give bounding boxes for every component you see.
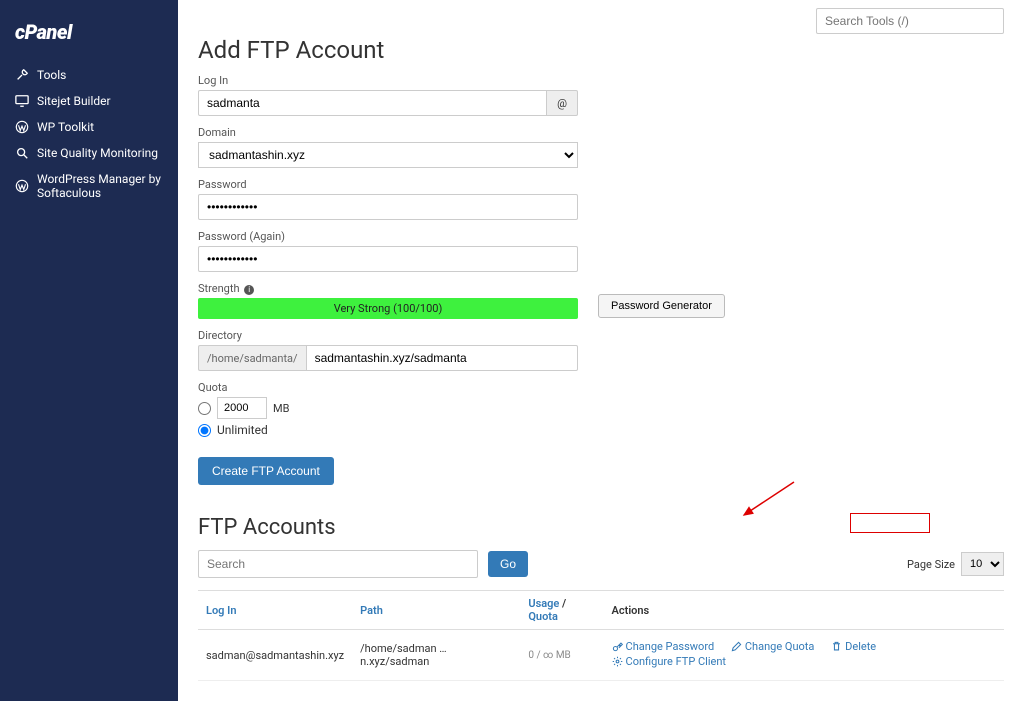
sidebar-item-sitequality[interactable]: Site Quality Monitoring	[0, 140, 178, 166]
sidebar-item-label: Sitejet Builder	[37, 94, 111, 108]
info-icon: i	[244, 285, 254, 295]
domain-select[interactable]: sadmantashin.xyz	[198, 142, 578, 168]
logo: cPanel	[0, 15, 178, 62]
sidebar-item-wptoolkit[interactable]: WP Toolkit	[0, 114, 178, 140]
quota-unit: MB	[273, 402, 289, 415]
accounts-search-input[interactable]	[198, 550, 478, 578]
wrench-icon	[15, 68, 29, 82]
col-usage-quota[interactable]: Usage / Quota	[520, 591, 603, 630]
password-again-input[interactable]	[198, 246, 578, 272]
directory-input[interactable]	[306, 345, 578, 371]
global-search	[816, 8, 1004, 34]
login-addon: @	[547, 90, 578, 116]
col-path[interactable]: Path	[352, 591, 520, 630]
main-content: Add FTP Account Log In @ Domain sadmanta…	[178, 0, 1024, 701]
table-row: sadman@sadmantashin.xyz /home/sadman … n…	[198, 630, 1004, 681]
sidebar-item-label: WP Toolkit	[37, 120, 94, 134]
change-password-link[interactable]: Change Password	[612, 640, 715, 653]
key-icon	[612, 641, 623, 652]
quota-radio-unlimited[interactable]	[198, 424, 211, 437]
label-login: Log In	[198, 74, 1004, 87]
page-size-select[interactable]: 10	[961, 552, 1004, 576]
sidebar-item-label: Tools	[37, 68, 66, 82]
col-actions: Actions	[604, 591, 1004, 630]
label-strength: Strength i	[198, 282, 578, 295]
password-input[interactable]	[198, 194, 578, 220]
monitor-icon	[15, 94, 29, 108]
directory-prefix: /home/sadmanta/	[198, 345, 306, 371]
sidebar-item-wpmanager[interactable]: WordPress Manager by Softaculous	[0, 166, 178, 206]
page-title: Add FTP Account	[198, 36, 1004, 64]
cell-login: sadman@sadmantashin.xyz	[198, 630, 352, 681]
sidebar-item-sitejet[interactable]: Sitejet Builder	[0, 88, 178, 114]
strength-meter: Very Strong (100/100)	[198, 298, 578, 319]
label-quota: Quota	[198, 381, 1004, 394]
search-input[interactable]	[816, 8, 1004, 34]
quota-radio-limited[interactable]	[198, 402, 211, 415]
cell-path: /home/sadman … n.xyz/sadman	[352, 630, 520, 681]
sidebar: cPanel Tools Sitejet Builder WP Toolkit …	[0, 0, 178, 701]
quota-value-input[interactable]	[217, 397, 267, 419]
gear-icon	[612, 656, 623, 667]
delete-link[interactable]: Delete	[831, 640, 876, 653]
accounts-table: Log In Path Usage / Quota Actions sadman…	[198, 590, 1004, 681]
sidebar-item-label: Site Quality Monitoring	[37, 146, 158, 160]
col-login[interactable]: Log In	[198, 591, 352, 630]
change-quota-link[interactable]: Change Quota	[731, 640, 815, 653]
sidebar-item-tools[interactable]: Tools	[0, 62, 178, 88]
accounts-go-button[interactable]: Go	[488, 551, 528, 577]
label-directory: Directory	[198, 329, 1004, 342]
accounts-title: FTP Accounts	[198, 515, 1004, 540]
login-input[interactable]	[198, 90, 547, 116]
wordpress-icon	[15, 120, 29, 134]
label-password-again: Password (Again)	[198, 230, 1004, 243]
pencil-icon	[731, 641, 742, 652]
sidebar-item-label: WordPress Manager by Softaculous	[37, 172, 163, 200]
label-domain: Domain	[198, 126, 1004, 139]
configure-ftp-link[interactable]: Configure FTP Client	[612, 655, 726, 668]
password-generator-button[interactable]: Password Generator	[598, 294, 725, 318]
page-size-label: Page Size	[907, 558, 955, 571]
magnifier-icon	[15, 146, 29, 160]
label-password: Password	[198, 178, 1004, 191]
wordpress-icon	[15, 179, 29, 193]
cell-usage-quota: 0 / ∞ MB	[520, 630, 603, 681]
quota-unlimited-label: Unlimited	[217, 423, 268, 437]
create-ftp-button[interactable]: Create FTP Account	[198, 457, 334, 485]
trash-icon	[831, 641, 842, 652]
cell-actions: Change Password Change Quota Delete	[604, 630, 1004, 681]
